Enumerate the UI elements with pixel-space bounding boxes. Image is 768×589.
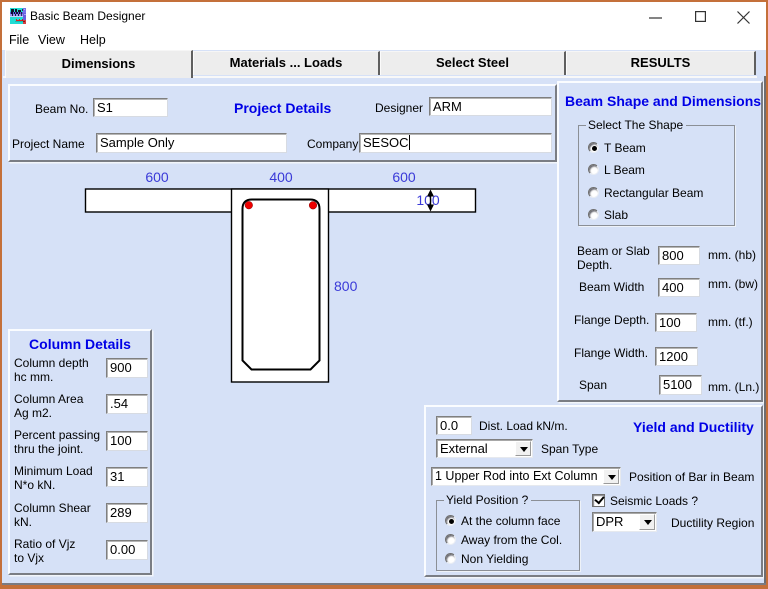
span-type-select[interactable]: External — [436, 439, 533, 458]
project-details-panel: Beam No. S1 Project Details Designer ARM… — [8, 84, 557, 162]
company-input[interactable]: SESOC — [359, 133, 552, 153]
beam-width-label: Beam Width — [579, 280, 645, 294]
dim-beam-depth: 800 — [334, 278, 358, 294]
menu-help[interactable]: Help — [80, 33, 106, 47]
radio-circle[interactable] — [445, 534, 456, 545]
text-cursor — [408, 135, 410, 150]
radio-circle[interactable] — [445, 553, 456, 564]
dim-right-flange: 600 — [392, 169, 416, 185]
beam-depth-input[interactable]: 800 — [658, 246, 700, 265]
flange-depth-label: Flange Depth. — [574, 313, 650, 327]
project-name-label: Project Name — [12, 137, 85, 151]
yield-ductility-title: Yield and Ductility — [633, 419, 754, 435]
rebar-dot-right — [308, 201, 318, 210]
select-shape-label: Select The Shape — [586, 118, 687, 132]
close-button[interactable] — [736, 2, 750, 30]
dist-load-label: Dist. Load kN/m. — [479, 419, 568, 433]
seismic-loads-label: Seismic Loads ? — [610, 494, 699, 508]
minimize-button[interactable] — [648, 2, 662, 30]
radio-circle[interactable] — [588, 142, 599, 153]
bar-position-label: Position of Bar in Beam — [629, 470, 755, 484]
beam-depth-unit: mm. (hb) — [708, 248, 756, 262]
dropdown-arrow-icon[interactable] — [639, 514, 655, 530]
radio-circle[interactable] — [588, 209, 599, 220]
project-name-input[interactable]: Sample Only — [96, 133, 287, 153]
dist-load-input[interactable]: 0.0 — [436, 416, 472, 435]
dropdown-arrow-icon[interactable] — [515, 441, 531, 456]
app-window: Basic Beam Designer File View Help Dimen… — [0, 0, 768, 589]
flange-width-label: Flange Width. — [574, 346, 649, 360]
menu-bar: File View Help — [2, 30, 766, 50]
app-icon — [10, 8, 26, 24]
beam-section-drawing: 600 400 600 100 800 — [84, 169, 477, 383]
window-bottom-border — [0, 585, 768, 589]
tab-materials-loads[interactable]: Materials ... Loads — [193, 51, 380, 75]
beam-no-input[interactable]: S1 — [93, 98, 168, 117]
radio-circle[interactable] — [588, 164, 599, 175]
column-area-label: Column Area Ag m2. — [14, 392, 84, 420]
beam-width-unit: mm. (bw) — [708, 277, 758, 291]
span-label: Span — [579, 378, 608, 392]
tab-select-steel[interactable]: Select Steel — [380, 51, 566, 75]
ratio-vjz-label: Ratio of Vjz to Vjx — [14, 537, 76, 565]
ductility-region-select[interactable]: DPR — [592, 512, 657, 532]
span-unit: mm. (Ln.) — [708, 380, 760, 394]
designer-input[interactable]: ARM — [429, 97, 552, 116]
window-right-edge — [764, 76, 766, 585]
dropdown-arrow-icon[interactable] — [603, 469, 619, 484]
window-title: Basic Beam Designer — [30, 9, 146, 23]
rebar-dot-left — [244, 201, 253, 210]
select-shape-groupbox: Select The Shape T Beam L Beam Rectangul… — [578, 118, 735, 226]
title-bar: Basic Beam Designer — [2, 2, 766, 30]
seismic-loads-checkbox[interactable] — [592, 494, 605, 507]
company-label: Company — [307, 137, 359, 151]
column-shear-input[interactable]: 289 — [106, 503, 148, 523]
beam-shape-title: Beam Shape and Dimensions — [565, 93, 762, 109]
dim-left-flange: 600 — [145, 169, 169, 185]
menu-view[interactable]: View — [38, 33, 65, 47]
maximize-button[interactable] — [693, 2, 707, 30]
tab-results[interactable]: RESULTS — [566, 51, 756, 75]
yield-position-label: Yield Position ? — [444, 493, 532, 507]
flange-width-input[interactable]: 1200 — [655, 347, 698, 366]
radio-circle[interactable] — [445, 515, 456, 526]
tab-dimensions[interactable]: Dimensions — [5, 50, 193, 78]
column-area-input[interactable]: .54 — [106, 394, 148, 414]
ductility-region-label: Ductility Region — [671, 516, 755, 530]
beam-width-input[interactable]: 400 — [658, 278, 700, 297]
span-type-label: Span Type — [541, 442, 599, 456]
yield-position-groupbox: Yield Position ? At the column face Away… — [436, 493, 580, 571]
beam-no-label: Beam No. — [35, 102, 89, 116]
percent-passing-input[interactable]: 100 — [106, 431, 148, 451]
yield-ductility-panel: 0.0 Dist. Load kN/m. Yield and Ductility… — [424, 405, 763, 577]
span-input[interactable]: 5100 — [659, 375, 702, 395]
beam-shape-panel: Beam Shape and Dimensions Select The Sha… — [557, 81, 763, 402]
minimum-load-label: Minimum Load N*o kN. — [14, 464, 93, 492]
minimum-load-input[interactable]: 31 — [106, 467, 148, 487]
ratio-vjz-input[interactable]: 0.00 — [106, 540, 148, 560]
menu-file[interactable]: File — [9, 33, 29, 47]
radio-circle[interactable] — [588, 187, 599, 198]
percent-passing-label: Percent passing thru the joint. — [14, 428, 101, 456]
designer-label: Designer — [375, 101, 424, 115]
column-shear-label: Column Shear kN. — [14, 501, 91, 529]
flange-depth-input[interactable]: 100 — [655, 313, 697, 332]
project-details-title: Project Details — [234, 100, 332, 116]
bar-position-select[interactable]: 1 Upper Rod into Ext Column — [431, 467, 621, 486]
dim-web-width: 400 — [269, 169, 293, 185]
flange-depth-unit: mm. (tf.) — [708, 315, 753, 329]
web-rect — [230, 188, 330, 383]
beam-depth-label: Beam or Slab Depth. — [577, 244, 650, 272]
